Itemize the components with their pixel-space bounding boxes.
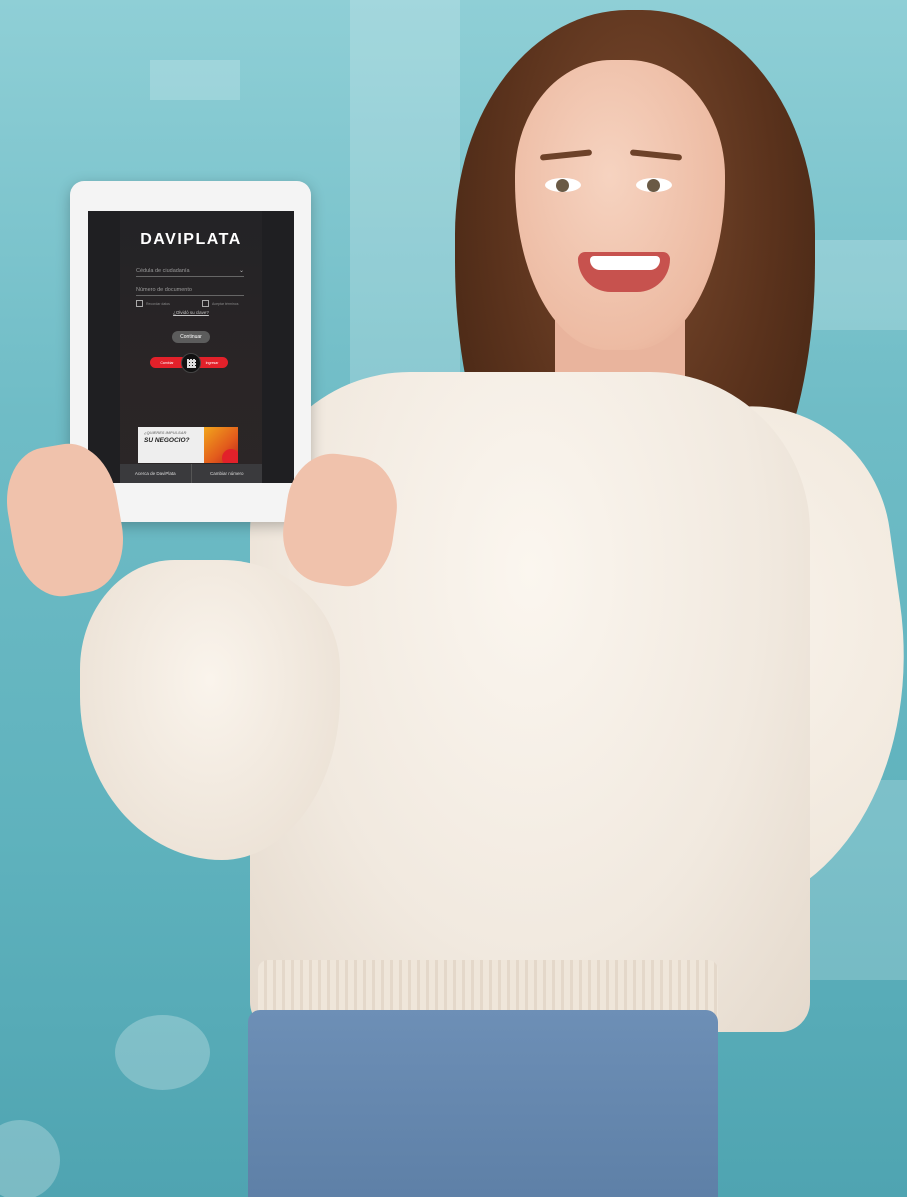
document-number-field[interactable]: Número de documento — [136, 287, 244, 296]
left-sleeve — [80, 560, 340, 860]
remember-label: Recordar datos — [146, 301, 170, 306]
teeth — [590, 256, 660, 270]
tablet-screen: DAVIPLATA Cédula de ciudadanía ⌄ Número … — [88, 211, 294, 483]
document-type-label: Cédula de ciudadanía — [136, 268, 190, 274]
remember-checkbox[interactable]: Recordar datos — [136, 300, 170, 307]
banner-line-1: ¿QUIERES IMPULSAR — [144, 430, 187, 435]
qr-code-icon[interactable] — [181, 353, 201, 373]
background-building — [150, 60, 240, 100]
checkbox-icon — [136, 300, 143, 307]
forgot-password-link[interactable]: ¿Olvidó su clave? — [88, 310, 294, 315]
jeans — [248, 1010, 718, 1197]
face — [515, 60, 725, 350]
chevron-down-icon: ⌄ — [238, 268, 244, 274]
document-number-placeholder: Número de documento — [136, 287, 192, 293]
right-eye — [636, 178, 672, 192]
bottom-tab-bar: Acerca de DaviPlata Cambiar número — [120, 464, 262, 483]
banner-badge — [222, 449, 238, 463]
document-type-select[interactable]: Cédula de ciudadanía ⌄ — [136, 268, 244, 277]
accept-terms-label: Aceptar términos — [212, 301, 239, 306]
tab-change-number[interactable]: Cambiar número — [192, 464, 263, 483]
photo-scene: DAVIPLATA Cédula de ciudadanía ⌄ Número … — [0, 0, 907, 1197]
left-red-button[interactable]: Cambiar — [150, 357, 184, 368]
banner-line-2: SU NEGOCIO? — [144, 437, 190, 444]
left-eye — [545, 178, 581, 192]
continue-button[interactable]: Continuar — [172, 331, 210, 343]
tab-about-daviplata[interactable]: Acerca de DaviPlata — [120, 464, 192, 483]
checkbox-icon — [202, 300, 209, 307]
promo-banner[interactable]: ¿QUIERES IMPULSAR SU NEGOCIO? — [138, 427, 238, 463]
bokeh-circle — [115, 1015, 210, 1090]
daviplata-logo: DAVIPLATA — [140, 231, 242, 248]
accept-terms-checkbox[interactable]: Aceptar términos — [202, 300, 238, 307]
bokeh-circle — [0, 1120, 60, 1197]
